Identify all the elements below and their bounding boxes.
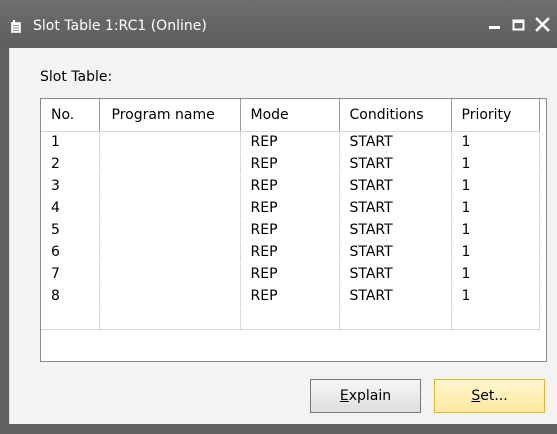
- minimize-icon[interactable]: [484, 14, 506, 36]
- cell-conditions[interactable]: START: [339, 285, 452, 308]
- explain-button[interactable]: Explain: [310, 379, 421, 413]
- cell-program-name[interactable]: [99, 153, 241, 176]
- cell-no[interactable]: 5: [41, 219, 100, 242]
- cell-program-name[interactable]: [99, 263, 241, 286]
- table-header-row: No. Program name Mode Conditions Priorit…: [41, 99, 540, 132]
- cell-priority[interactable]: 1: [451, 153, 540, 176]
- dialog-body: Slot Table: No. Program name Mode Condit…: [9, 48, 557, 424]
- table-row[interactable]: 5 REP START 1: [41, 219, 540, 242]
- cell-conditions[interactable]: START: [339, 219, 452, 242]
- cell-mode[interactable]: REP: [240, 175, 340, 198]
- slot-table[interactable]: No. Program name Mode Conditions Priorit…: [40, 98, 547, 362]
- table-row[interactable]: 8 REP START 1: [41, 285, 540, 308]
- cell-priority[interactable]: 1: [451, 175, 540, 198]
- cell-mode[interactable]: REP: [240, 241, 340, 264]
- cell-program-name[interactable]: [99, 175, 241, 198]
- cell-mode[interactable]: REP: [240, 197, 340, 220]
- cell-empty[interactable]: [451, 307, 540, 330]
- table-row[interactable]: 2 REP START 1: [41, 153, 540, 176]
- set-button[interactable]: Set...: [434, 379, 545, 413]
- cell-conditions[interactable]: START: [339, 131, 452, 154]
- cell-conditions[interactable]: START: [339, 263, 452, 286]
- cell-conditions[interactable]: START: [339, 153, 452, 176]
- cell-mode[interactable]: REP: [240, 285, 340, 308]
- cell-program-name[interactable]: [99, 219, 241, 242]
- cell-conditions[interactable]: START: [339, 175, 452, 198]
- set-mnemonic: S: [471, 388, 481, 404]
- cell-no[interactable]: 1: [41, 131, 100, 154]
- table-row[interactable]: 7 REP START 1: [41, 263, 540, 286]
- cell-conditions[interactable]: START: [339, 197, 452, 220]
- cell-no[interactable]: 4: [41, 197, 100, 220]
- slot-table-label: Slot Table:: [40, 69, 113, 85]
- cell-priority[interactable]: 1: [451, 197, 540, 220]
- set-label: et...: [480, 388, 508, 404]
- cell-priority[interactable]: 1: [451, 285, 540, 308]
- cell-mode[interactable]: REP: [240, 131, 340, 154]
- cell-program-name[interactable]: [99, 197, 241, 220]
- cell-program-name[interactable]: [99, 285, 241, 308]
- window-title: Slot Table 1:RC1 (Online): [33, 18, 207, 34]
- cell-priority[interactable]: 1: [451, 241, 540, 264]
- column-header-conditions[interactable]: Conditions: [339, 99, 452, 132]
- cell-no[interactable]: 6: [41, 241, 100, 264]
- explain-mnemonic: E: [339, 388, 349, 404]
- cell-no[interactable]: 2: [41, 153, 100, 176]
- cell-empty[interactable]: [41, 307, 100, 330]
- table-row[interactable]: 3 REP START 1: [41, 175, 540, 198]
- cell-no[interactable]: 8: [41, 285, 100, 308]
- document-icon: [11, 20, 21, 33]
- window-bottom-border: [0, 424, 557, 434]
- table-row[interactable]: 6 REP START 1: [41, 241, 540, 264]
- cell-priority[interactable]: 1: [451, 263, 540, 286]
- title-bar[interactable]: Slot Table 1:RC1 (Online): [0, 0, 557, 48]
- cell-program-name[interactable]: [99, 131, 241, 154]
- cell-program-name[interactable]: [99, 241, 241, 264]
- cell-mode[interactable]: REP: [240, 219, 340, 242]
- column-header-mode[interactable]: Mode: [240, 99, 340, 132]
- table-row-empty[interactable]: [41, 307, 540, 330]
- cell-mode[interactable]: REP: [240, 263, 340, 286]
- cell-empty[interactable]: [99, 307, 241, 330]
- column-header-no[interactable]: No.: [41, 99, 100, 132]
- table-row[interactable]: 1 REP START 1: [41, 131, 540, 154]
- cell-mode[interactable]: REP: [240, 153, 340, 176]
- cell-conditions[interactable]: START: [339, 241, 452, 264]
- cell-no[interactable]: 7: [41, 263, 100, 286]
- table-row[interactable]: 4 REP START 1: [41, 197, 540, 220]
- explain-label: xplain: [348, 388, 392, 404]
- cell-no[interactable]: 3: [41, 175, 100, 198]
- cell-empty[interactable]: [339, 307, 452, 330]
- slot-table-window: Slot Table 1:RC1 (Online) Slot Table: No…: [0, 0, 557, 434]
- cell-priority[interactable]: 1: [451, 131, 540, 154]
- cell-empty[interactable]: [240, 307, 340, 330]
- slot-table-grid: No. Program name Mode Conditions Priorit…: [41, 99, 540, 330]
- maximize-icon[interactable]: [508, 14, 530, 36]
- cell-priority[interactable]: 1: [451, 219, 540, 242]
- close-icon[interactable]: [532, 14, 554, 36]
- column-header-program-name[interactable]: Program name: [99, 99, 241, 132]
- column-header-priority[interactable]: Priority: [451, 99, 540, 132]
